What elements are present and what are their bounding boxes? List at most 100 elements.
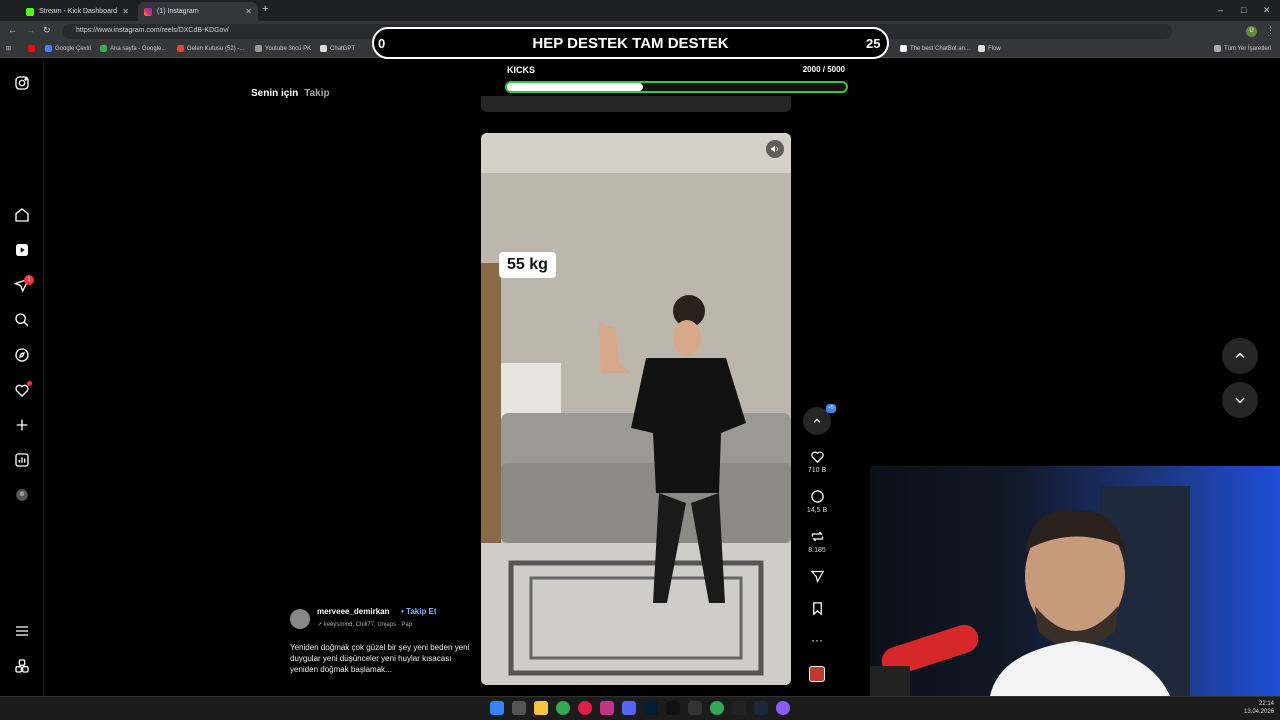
steam-icon[interactable]	[754, 701, 768, 715]
close-window-icon[interactable]: ✕	[1263, 5, 1271, 16]
instagram-sidebar	[0, 60, 44, 696]
bookmark-item[interactable]: ChatGPT	[320, 45, 355, 52]
bookmark-item[interactable]: Flow	[978, 45, 1001, 52]
kicks-total: / 5000	[822, 65, 845, 74]
audio-text: keeysmind, Chill77, Unjaps · Pap	[323, 622, 413, 628]
feed-tabs: Senin için Takip	[251, 88, 330, 99]
minimize-icon[interactable]: –	[1218, 5, 1223, 15]
obs-icon[interactable]	[732, 701, 746, 715]
capcut-icon[interactable]	[688, 701, 702, 715]
comment-icon	[810, 490, 824, 503]
bookmark-item[interactable]: Ana sayfa - Google...	[100, 45, 166, 52]
explore-icon[interactable]	[12, 345, 32, 365]
profile-avatar[interactable]: U	[1246, 26, 1257, 37]
tab-following[interactable]: Takip	[304, 88, 329, 99]
chrome-active-icon[interactable]	[710, 701, 724, 715]
tiktok-icon[interactable]	[666, 701, 680, 715]
next-reel-button[interactable]	[1222, 382, 1258, 418]
create-icon[interactable]	[12, 415, 32, 435]
reels-icon[interactable]	[12, 240, 32, 260]
reload-icon[interactable]: ↻	[43, 25, 51, 36]
like-button[interactable]: 710 B	[804, 449, 830, 474]
chevron-up-icon	[813, 418, 821, 423]
threads-icon[interactable]	[12, 656, 32, 676]
task-view-icon[interactable]	[512, 701, 526, 715]
tab-kick-dashboard[interactable]: Stream - Kick Dashboard ✕	[20, 2, 135, 21]
kicks-progress-bar	[505, 81, 848, 93]
browser-tab-bar: Stream - Kick Dashboard ✕ (1) Instagram …	[0, 0, 1280, 21]
bookmark-item[interactable]: Youtube 3ncü PK	[255, 45, 311, 52]
streamer-webcam-frame	[870, 486, 1190, 696]
close-icon[interactable]: ✕	[245, 7, 252, 16]
discord-icon[interactable]	[622, 701, 636, 715]
up-badge: +5	[826, 404, 836, 413]
windows-taskbar	[0, 696, 1280, 720]
author-avatar[interactable]	[290, 609, 310, 629]
browser-menu-icon[interactable]: ⋮	[1266, 25, 1275, 36]
home-icon[interactable]	[12, 205, 32, 225]
apps-icon[interactable]: ⊞	[6, 45, 11, 52]
repost-icon	[811, 531, 823, 542]
notification-badge: 1	[24, 275, 34, 285]
volume-icon[interactable]	[766, 140, 784, 158]
instagram-logo-icon[interactable]	[12, 73, 32, 93]
profile-icon[interactable]	[12, 485, 32, 505]
chevron-down-icon	[1235, 397, 1245, 404]
save-button[interactable]	[804, 601, 830, 619]
tab-for-you[interactable]: Senin için	[251, 88, 298, 99]
all-bookmarks-folder[interactable]: Tüm Yer İşaretleri	[1214, 45, 1271, 52]
comment-button[interactable]: 14,5 B	[804, 489, 830, 514]
tab-title: (1) Instagram	[157, 8, 199, 15]
bookmark-item[interactable]: Google Çeviri	[45, 45, 91, 52]
kicks-progress-fill	[507, 83, 643, 91]
bookmark-youtube-icon[interactable]	[28, 45, 35, 52]
kicks-count: 2000 / 5000	[760, 65, 845, 74]
reel-video[interactable]	[481, 133, 791, 685]
file-explorer-icon[interactable]	[534, 701, 548, 715]
search-icon[interactable]	[12, 310, 32, 330]
opera-icon[interactable]	[578, 701, 592, 715]
follow-button[interactable]: • Takip Et	[401, 607, 437, 616]
repost-count: 8.185	[808, 547, 826, 554]
share-button[interactable]	[804, 569, 830, 587]
tab-title: Stream - Kick Dashboard	[39, 8, 118, 15]
maximize-icon[interactable]: □	[1241, 5, 1246, 15]
clock-date: 13.04.2026	[1244, 709, 1275, 715]
new-tab-icon[interactable]: +	[262, 3, 268, 15]
bookmark-item[interactable]: Gelen Kutusu (52) -...	[177, 45, 244, 52]
instagram-app-icon[interactable]	[600, 701, 614, 715]
previous-reel-edge[interactable]	[481, 96, 791, 112]
system-clock[interactable]: 22:14 13.04.2026	[1244, 700, 1274, 716]
kick-icon	[26, 7, 34, 16]
photoshop-icon[interactable]	[644, 701, 658, 715]
close-icon[interactable]: ✕	[122, 7, 129, 16]
kicks-current: 2000	[802, 65, 821, 74]
previous-reel-button[interactable]	[1222, 338, 1258, 374]
audio-info[interactable]: ↗ keeysmind, Chill77, Unjaps · Pap	[317, 621, 412, 628]
chevron-up-icon	[1235, 352, 1245, 359]
menu-icon[interactable]	[12, 621, 32, 641]
heart-icon	[810, 451, 824, 464]
dashboard-icon[interactable]	[12, 450, 32, 470]
audio-thumbnail[interactable]	[809, 666, 825, 682]
weight-label: 55 kg	[499, 252, 556, 278]
clock-time: 22:14	[1258, 701, 1274, 707]
windows-start-icon[interactable]	[490, 701, 504, 715]
author-username[interactable]: merveee_demirkan	[317, 607, 390, 616]
forward-icon[interactable]: →	[26, 25, 35, 35]
instagram-icon	[144, 7, 152, 16]
comment-count: 14,5 B	[806, 507, 828, 514]
more-options-icon[interactable]: ···	[804, 633, 830, 647]
activity-dot	[27, 381, 32, 386]
bookmark-item[interactable]: The best ChatBot an...	[900, 45, 970, 52]
webcam-overlay	[870, 466, 1280, 696]
app-icon[interactable]	[776, 701, 790, 715]
kicks-label: KICKS	[507, 65, 536, 75]
repost-button[interactable]: 8.185	[804, 529, 830, 554]
share-icon	[809, 570, 824, 584]
reel-caption[interactable]: Yeniden doğmak çok güzel bir şey yeni be…	[290, 642, 475, 675]
chrome-icon[interactable]	[556, 701, 570, 715]
back-icon[interactable]: ←	[8, 25, 17, 35]
reel-video-frame	[481, 133, 791, 685]
tab-instagram[interactable]: (1) Instagram ✕	[138, 2, 258, 21]
